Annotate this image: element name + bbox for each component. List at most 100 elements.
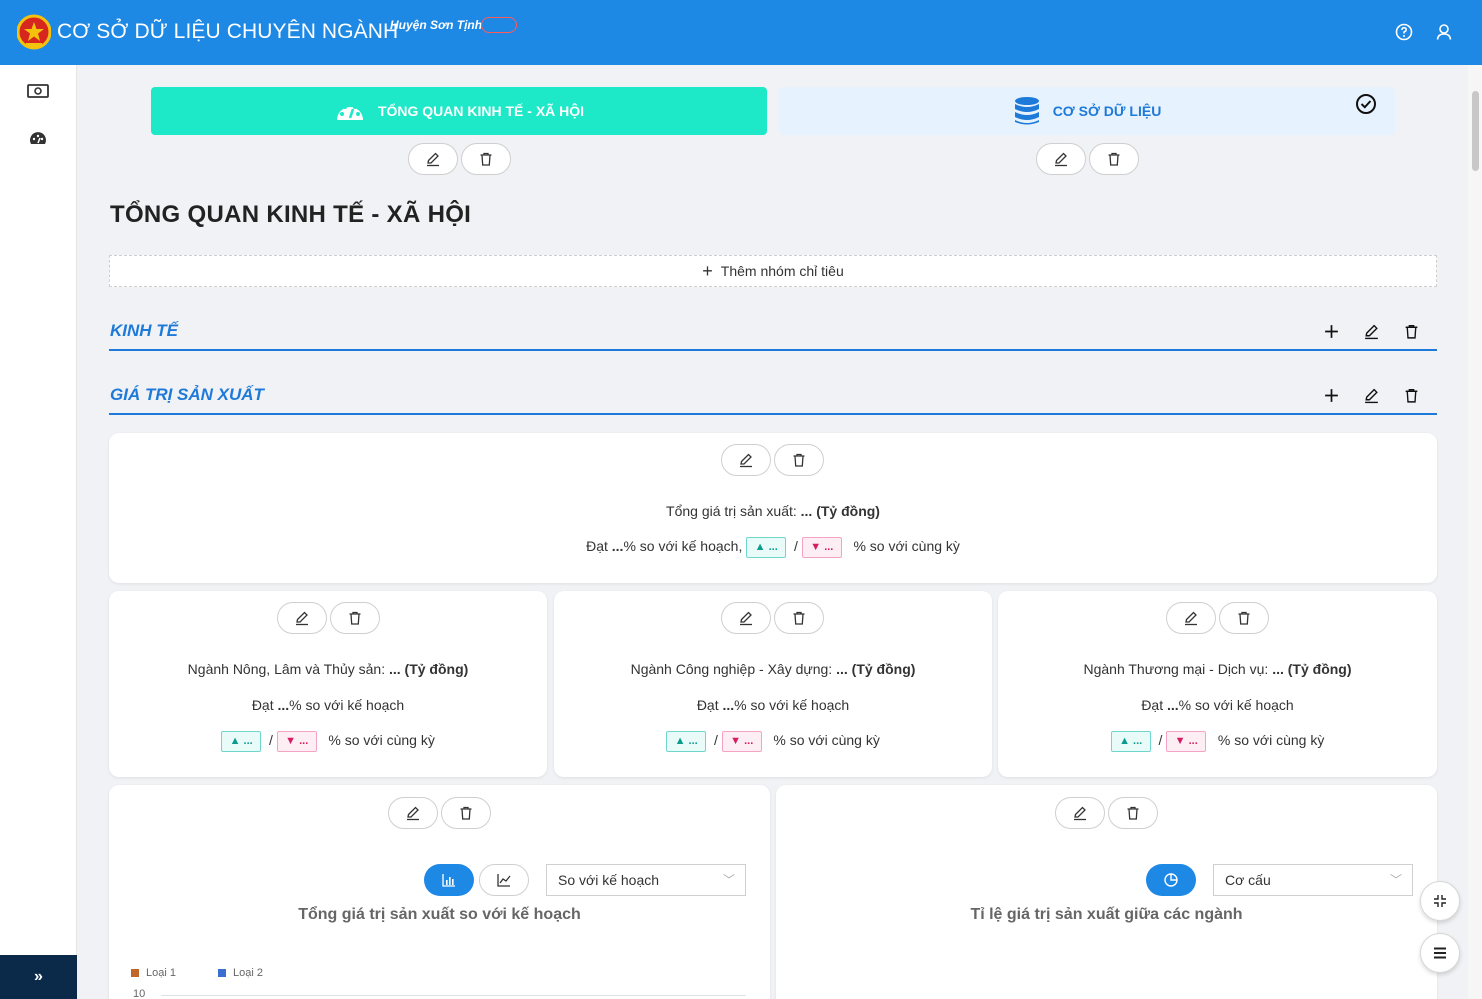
delete-button[interactable] [330,602,380,634]
check-circle-icon [1356,94,1376,114]
y-axis-tick: 10 [133,988,146,999]
grid-line [161,995,746,996]
collapse-icon [1434,895,1446,907]
chart-card-structure: Cơ cấu ﹀ Tỉ lệ giá trị sản xuất giữa các… [776,785,1437,999]
chart-title: Tổng giá trị sản xuất so với kế hoạch [298,906,581,923]
sector-yoy-line: ▲ ... / ▼ ... % so với cùng kỳ [554,731,992,752]
summary-total-line: Tổng giá trị sản xuất: ... (Tỷ đồng) [109,503,1437,519]
card-actions [721,602,827,634]
sector-plan-line: Đạt ...% so với kế hoạch [109,697,547,713]
summary-plan-suffix: % so với kế hoạch, [623,538,743,555]
delete-button[interactable] [1391,387,1431,404]
tab-database-label: CƠ SỞ DỮ LIỆU [1052,103,1162,119]
summary-plan-prefix: Đạt [586,538,612,555]
sector-plan-line: Đạt ...% so với kế hoạch [998,697,1437,713]
add-indicator-group-button[interactable]: + Thêm nhóm chỉ tiêu [109,255,1437,287]
edit-button[interactable] [721,602,771,634]
app-title: CƠ SỞ DỮ LIỆU CHUYÊN NGÀNH [57,20,399,43]
tab-overview-actions [408,143,514,175]
delete-button[interactable] [1089,143,1139,175]
delete-button[interactable] [461,143,511,175]
pie-chart-icon [1164,873,1178,887]
edit-button[interactable] [1055,797,1105,829]
sector-card-trade: Ngành Thương mại - Dịch vụ: ... (Tỷ đồng… [998,591,1437,777]
increase-badge: ▲ ... [1110,731,1151,752]
trash-icon [349,611,361,625]
edit-button[interactable] [1351,323,1391,340]
sector-value-line: Ngành Nông, Lâm và Thủy sản: ... (Tỷ đồn… [109,661,547,677]
sector-plan-prefix: Đạt [696,697,723,713]
sector-card-agriculture: Ngành Nông, Lâm và Thủy sản: ... (Tỷ đồn… [109,591,547,777]
card-actions [277,602,383,634]
edit-button[interactable] [1036,143,1086,175]
edit-button[interactable] [408,143,458,175]
sidebar-collapse-button[interactable]: » [0,955,77,999]
database-icon [1014,97,1039,125]
page-title: TỔNG QUAN KINH TẾ - XÃ HỘI [110,201,472,228]
bar-chart-icon [442,874,455,887]
tab-overview[interactable]: TỔNG QUAN KINH TẾ - XÃ HỘI [151,87,767,135]
dashboard-icon[interactable] [26,129,50,149]
chevron-down-icon: ﹀ [1389,873,1402,887]
increase-badge: ▲ ... [666,731,707,752]
sector-plan-suffix: % so với kế hoạch [289,697,405,713]
delete-button[interactable] [441,797,491,829]
increase-badge: ▲ ... [746,537,787,558]
fullscreen-button[interactable] [1420,881,1460,921]
plus-icon [1324,325,1338,338]
sector-value-line: Ngành Thương mại - Dịch vụ: ... (Tỷ đồng… [998,661,1437,677]
trash-icon [480,152,492,166]
delete-button[interactable] [774,444,824,476]
pie-chart-toggle[interactable] [1146,864,1196,896]
structure-select[interactable]: Cơ cấu ﹀ [1213,864,1413,896]
edit-button[interactable] [721,444,771,476]
sector-yoy-label: % so với cùng kỳ [773,732,880,749]
user-icon[interactable] [1434,22,1454,42]
edit-button[interactable] [277,602,327,634]
delete-button[interactable] [774,602,824,634]
delete-button[interactable] [1108,797,1158,829]
sector-name: Ngành Nông, Lâm và Thủy sản: [187,661,389,677]
edit-icon [296,611,308,626]
delete-button[interactable] [1219,602,1269,634]
increase-value: ... [688,735,698,747]
section-production-value: GIÁ TRỊ SẢN XUẤT [109,379,1437,415]
edit-button[interactable] [1351,387,1391,404]
add-button[interactable] [1311,323,1351,340]
line-chart-toggle[interactable] [479,864,529,896]
summary-plan-line: Đạt ...% so với kế hoạch, ▲ ... / ▼ ... … [109,537,1437,558]
edit-icon [1074,806,1086,821]
sector-name: Ngành Thương mại - Dịch vụ: [1083,661,1273,677]
separator: / [1158,732,1163,749]
legend-label-2: Loại 2 [232,967,263,979]
sector-plan-value: ... [1167,697,1179,713]
district-badge [481,17,517,33]
tab-database[interactable]: CƠ SỞ DỮ LIỆU [779,87,1395,135]
delete-button[interactable] [1391,323,1431,340]
section-title: GIÁ TRỊ SẢN XUẤT [110,385,264,404]
add-button[interactable] [1311,387,1351,404]
plus-icon [1324,389,1338,402]
sector-name: Ngành Công nghiệp - Xây dựng: [630,661,837,677]
decrease-value: ... [299,735,309,747]
separator: / [713,732,718,749]
menu-button[interactable] [1420,933,1460,973]
bar-chart-toggle[interactable] [424,864,474,896]
increase-value: ... [1133,735,1143,747]
separator: / [268,732,273,749]
trash-icon [1127,806,1139,820]
comparison-select[interactable]: So với kế hoạch ﹀ [546,864,746,896]
trash-icon [460,806,472,820]
sector-value-line: Ngành Công nghiệp - Xây dựng: ... (Tỷ đồ… [554,661,992,677]
sector-plan-prefix: Đạt [251,697,278,713]
sector-yoy-line: ▲ ... / ▼ ... % so với cùng kỳ [998,731,1437,752]
help-icon[interactable] [1394,22,1414,42]
scrollbar[interactable] [1468,65,1482,999]
summary-plan-value: ... [611,538,624,555]
edit-button[interactable] [1166,602,1216,634]
edit-button[interactable] [388,797,438,829]
scrollbar-thumb[interactable] [1472,91,1479,171]
decrease-badge: ▼ ... [1166,731,1207,752]
plus-icon: + [702,260,713,281]
money-icon[interactable] [26,81,50,101]
